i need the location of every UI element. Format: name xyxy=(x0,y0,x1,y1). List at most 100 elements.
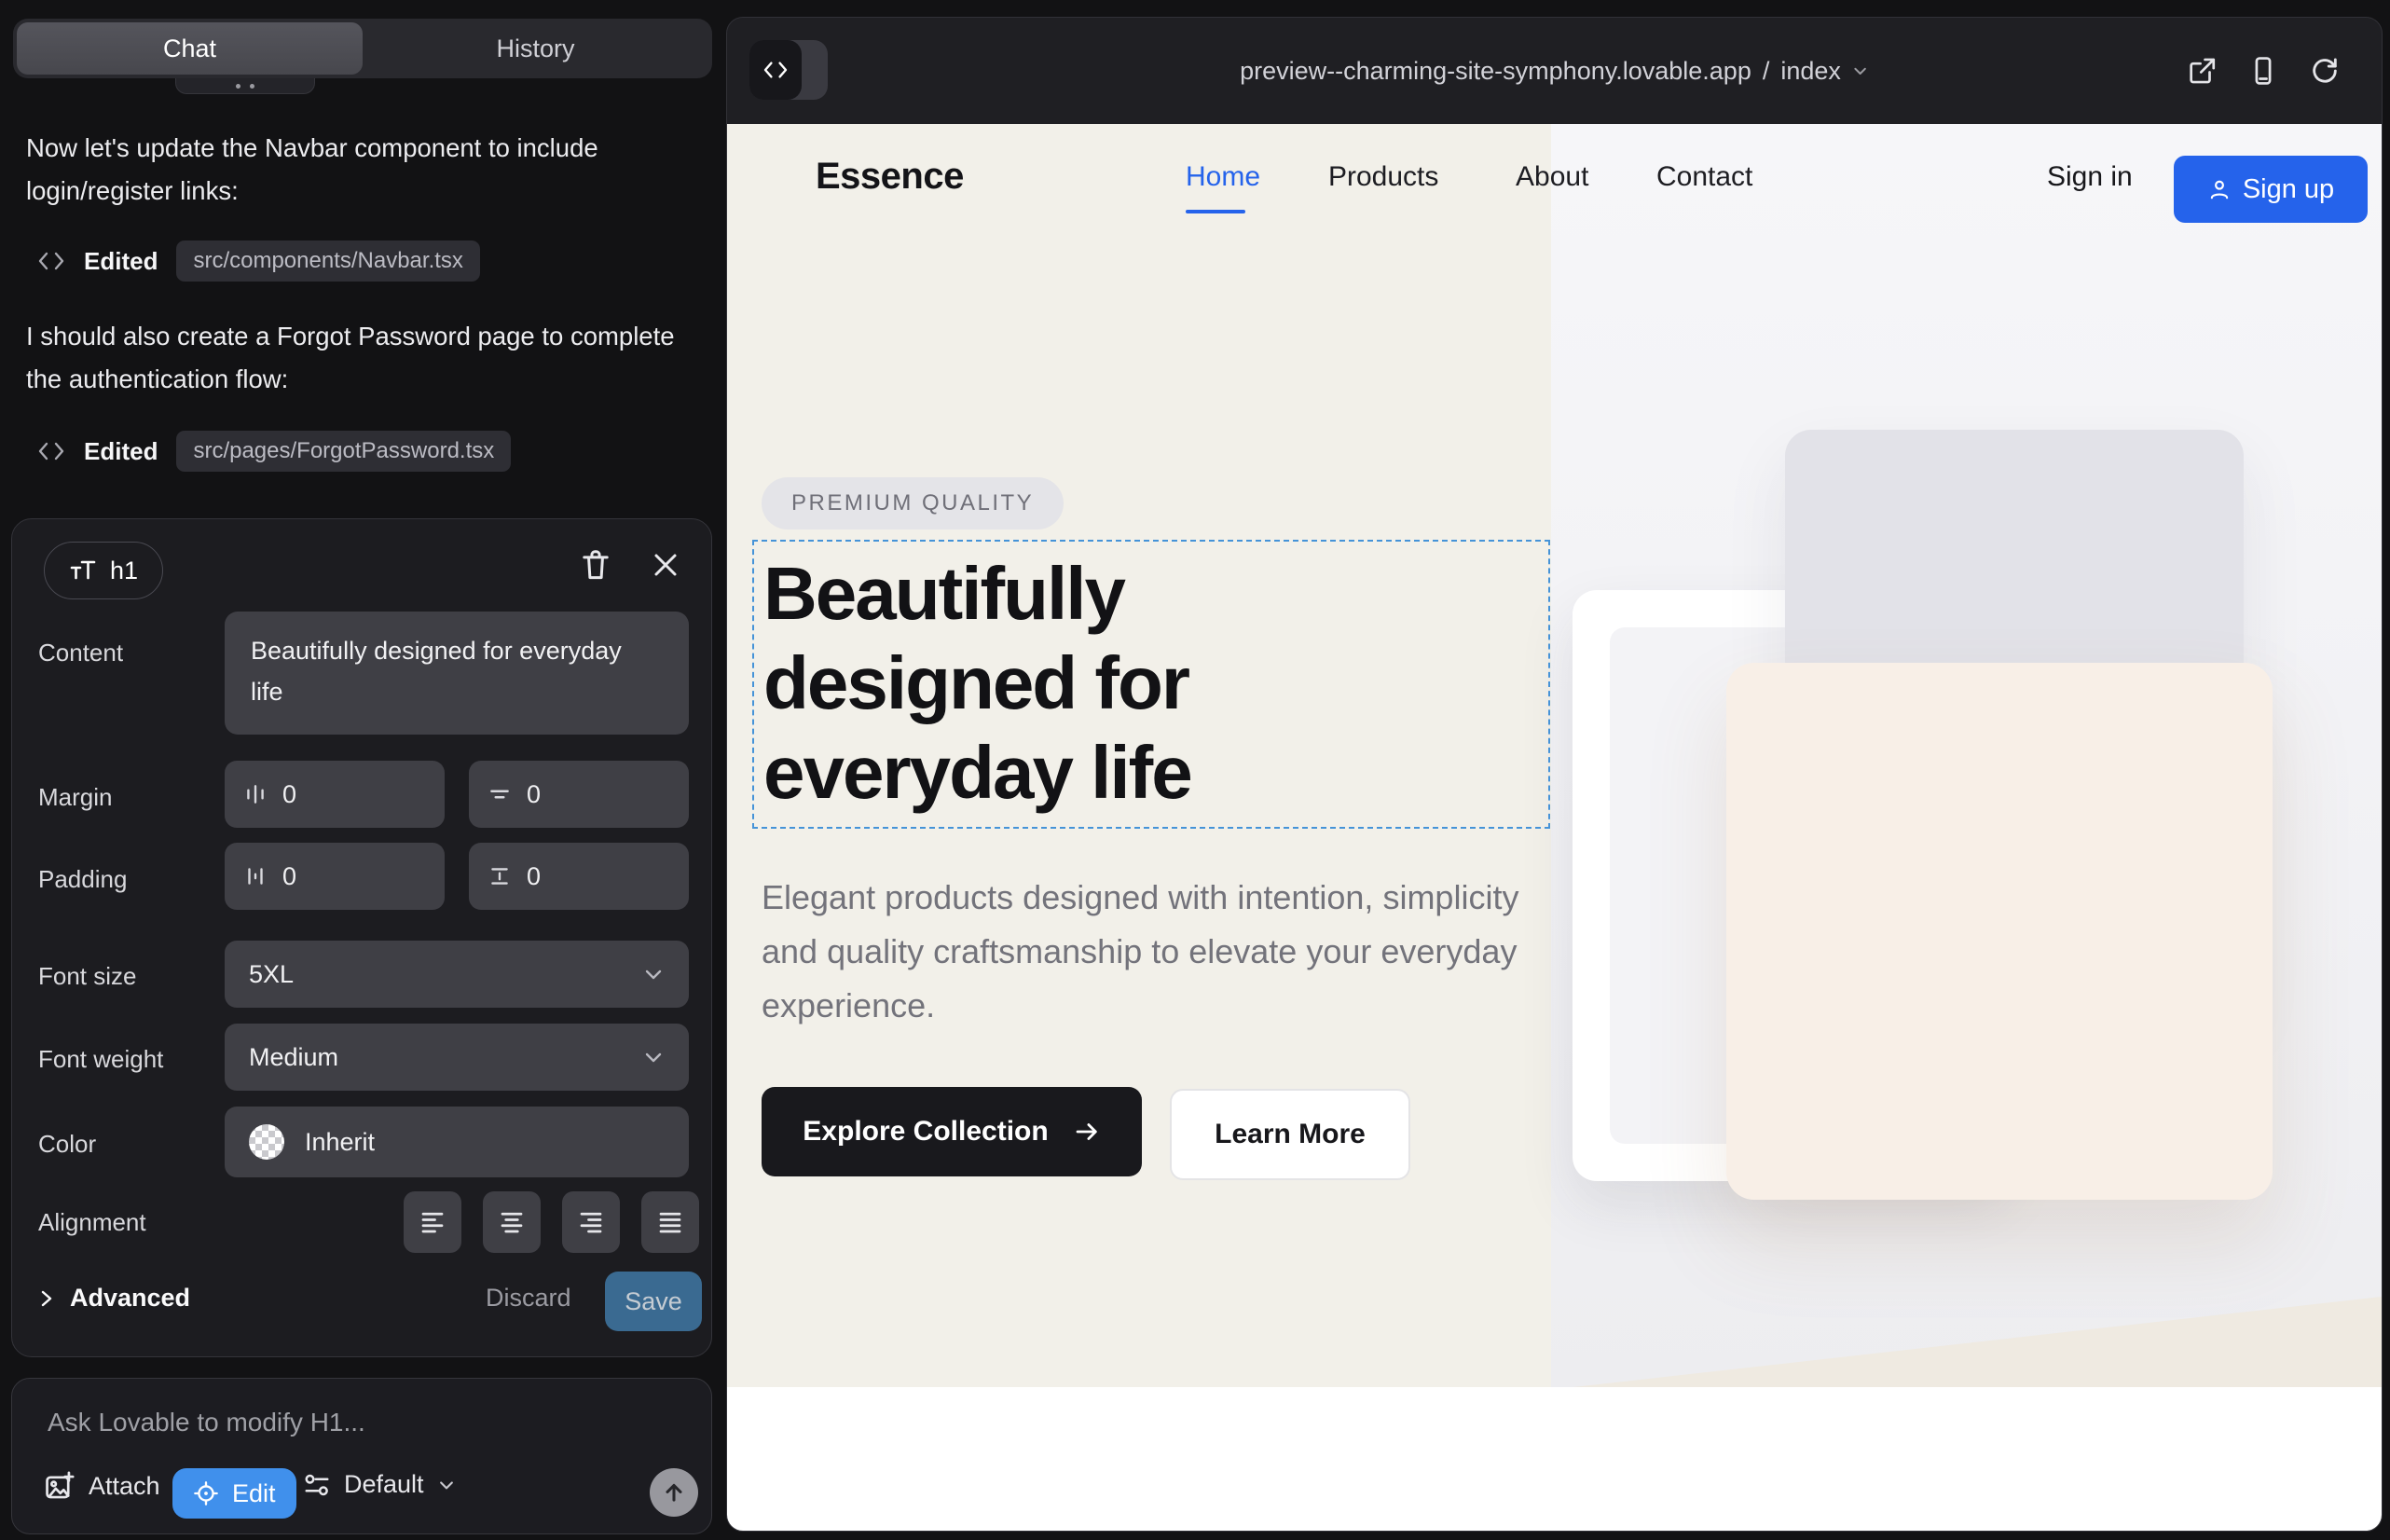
preview-pane: preview--charming-site-symphony.lovable.… xyxy=(725,0,2390,1540)
edited-file-badge[interactable]: src/pages/ForgotPassword.tsx xyxy=(176,431,511,472)
crosshair-icon xyxy=(193,1480,219,1506)
padding-horizontal-icon xyxy=(243,864,268,888)
preview-toolbar-actions xyxy=(2182,18,2344,124)
chat-sidebar: Chat History Now let's update the Navbar… xyxy=(0,0,725,1540)
color-select[interactable]: Inherit xyxy=(225,1107,689,1177)
sign-up-button[interactable]: Sign up xyxy=(2174,156,2368,223)
nav-link-home[interactable]: Home xyxy=(1186,124,1260,229)
align-left-icon xyxy=(419,1208,446,1236)
close-panel-button[interactable] xyxy=(652,551,680,579)
code-icon xyxy=(749,40,802,100)
site-content: Essence Home Products About Contact Sign… xyxy=(727,124,2382,1531)
edited-file-row: Edited src/pages/ForgotPassword.tsx xyxy=(37,429,511,474)
align-justify-icon xyxy=(656,1208,684,1236)
font-size-select[interactable]: 5XL xyxy=(225,941,689,1008)
margin-horizontal-icon xyxy=(243,782,268,806)
edited-file-row: Edited src/components/Navbar.tsx xyxy=(37,239,480,283)
site-logo[interactable]: Essence xyxy=(816,124,964,229)
margin-y-input[interactable]: 0 xyxy=(469,761,689,828)
code-icon xyxy=(37,440,65,462)
arrow-up-icon xyxy=(661,1479,687,1506)
assistant-message: I should also create a Forgot Password p… xyxy=(26,315,690,401)
align-right-icon xyxy=(577,1208,605,1236)
chat-history-tabs: Chat History xyxy=(13,19,712,78)
attach-button[interactable]: Attach xyxy=(44,1470,160,1502)
save-button[interactable]: Save xyxy=(605,1272,702,1331)
tab-chat[interactable]: Chat xyxy=(17,22,363,75)
code-preview-toggle[interactable] xyxy=(749,40,828,100)
color-label: Color xyxy=(38,1130,96,1159)
padding-y-input[interactable]: 0 xyxy=(469,843,689,910)
default-mode-select[interactable]: Default xyxy=(303,1470,456,1499)
align-right-button[interactable] xyxy=(562,1191,620,1253)
content-input[interactable]: Beautifully designed for everyday life xyxy=(225,612,689,735)
chevron-down-icon xyxy=(1852,62,1869,79)
composer-input[interactable] xyxy=(46,1407,646,1438)
delete-element-button[interactable] xyxy=(579,547,612,583)
active-nav-underline xyxy=(1186,210,1245,213)
chevron-right-icon xyxy=(38,1287,55,1310)
external-link-icon xyxy=(2186,55,2218,87)
mobile-view-button[interactable] xyxy=(2244,51,2283,90)
margin-vertical-icon xyxy=(488,782,512,806)
element-editor-panel: h1 Content Beautifully designed for ever… xyxy=(11,518,712,1357)
padding-vertical-icon xyxy=(488,864,512,888)
nav-link-products[interactable]: Products xyxy=(1328,124,1438,229)
assistant-message: Now let's update the Navbar component to… xyxy=(26,127,690,213)
edit-mode-button[interactable]: Edit xyxy=(172,1468,296,1519)
align-left-button[interactable] xyxy=(404,1191,461,1253)
edited-file-badge[interactable]: src/components/Navbar.tsx xyxy=(176,241,479,282)
preview-browser-window: preview--charming-site-symphony.lovable.… xyxy=(726,17,2383,1532)
sliders-icon xyxy=(303,1471,331,1499)
preview-page: index xyxy=(1780,57,1841,86)
align-justify-button[interactable] xyxy=(641,1191,699,1253)
discard-button[interactable]: Discard xyxy=(486,1284,571,1313)
path-separator: / xyxy=(1763,57,1770,86)
preview-url[interactable]: preview--charming-site-symphony.lovable.… xyxy=(1240,18,1869,124)
font-weight-label: Font weight xyxy=(38,1045,163,1074)
hero-heading[interactable]: Beautifully designed for everyday life xyxy=(763,549,1191,818)
element-tag-badge: h1 xyxy=(44,542,163,599)
padding-label: Padding xyxy=(38,865,127,894)
explore-collection-button[interactable]: Explore Collection xyxy=(762,1087,1142,1176)
user-icon xyxy=(2207,177,2232,201)
font-size-label: Font size xyxy=(38,962,137,991)
edited-label: Edited xyxy=(84,437,158,466)
element-tag-label: h1 xyxy=(110,557,138,585)
premium-quality-badge: PREMIUM QUALITY xyxy=(762,477,1064,529)
smartphone-icon xyxy=(2247,55,2279,87)
tab-history[interactable]: History xyxy=(363,22,708,75)
refresh-icon xyxy=(2309,55,2341,87)
font-weight-select[interactable]: Medium xyxy=(225,1024,689,1091)
nav-link-about[interactable]: About xyxy=(1516,124,1588,229)
color-swatch xyxy=(249,1124,284,1160)
truncated-badge xyxy=(175,78,315,94)
margin-x-input[interactable]: 0 xyxy=(225,761,445,828)
edited-label: Edited xyxy=(84,247,158,276)
refresh-button[interactable] xyxy=(2305,51,2344,90)
attach-image-icon xyxy=(44,1470,76,1502)
sign-in-link[interactable]: Sign in xyxy=(2047,124,2133,229)
type-icon xyxy=(69,558,97,583)
content-label: Content xyxy=(38,639,123,667)
arrow-right-icon xyxy=(1073,1118,1101,1146)
learn-more-button[interactable]: Learn More xyxy=(1170,1089,1410,1180)
code-icon xyxy=(37,250,65,272)
send-button[interactable] xyxy=(650,1468,698,1517)
decor-card-cream xyxy=(1726,663,2273,1200)
margin-label: Margin xyxy=(38,783,112,812)
align-center-icon xyxy=(498,1208,526,1236)
advanced-toggle[interactable]: Advanced xyxy=(38,1284,190,1313)
hero-section: Essence Home Products About Contact Sign… xyxy=(727,124,2382,1387)
chat-composer: Attach Edit Default xyxy=(11,1378,712,1534)
align-center-button[interactable] xyxy=(483,1191,541,1253)
chevron-down-icon xyxy=(437,1476,456,1494)
chevron-down-icon xyxy=(642,963,665,985)
open-external-button[interactable] xyxy=(2182,51,2221,90)
nav-link-contact[interactable]: Contact xyxy=(1656,124,1752,229)
site-navbar: Essence Home Products About Contact Sign… xyxy=(727,124,2382,229)
preview-domain: preview--charming-site-symphony.lovable.… xyxy=(1240,57,1751,86)
hero-description: Elegant products designed with intention… xyxy=(762,871,1535,1033)
padding-x-input[interactable]: 0 xyxy=(225,843,445,910)
chevron-down-icon xyxy=(642,1046,665,1068)
